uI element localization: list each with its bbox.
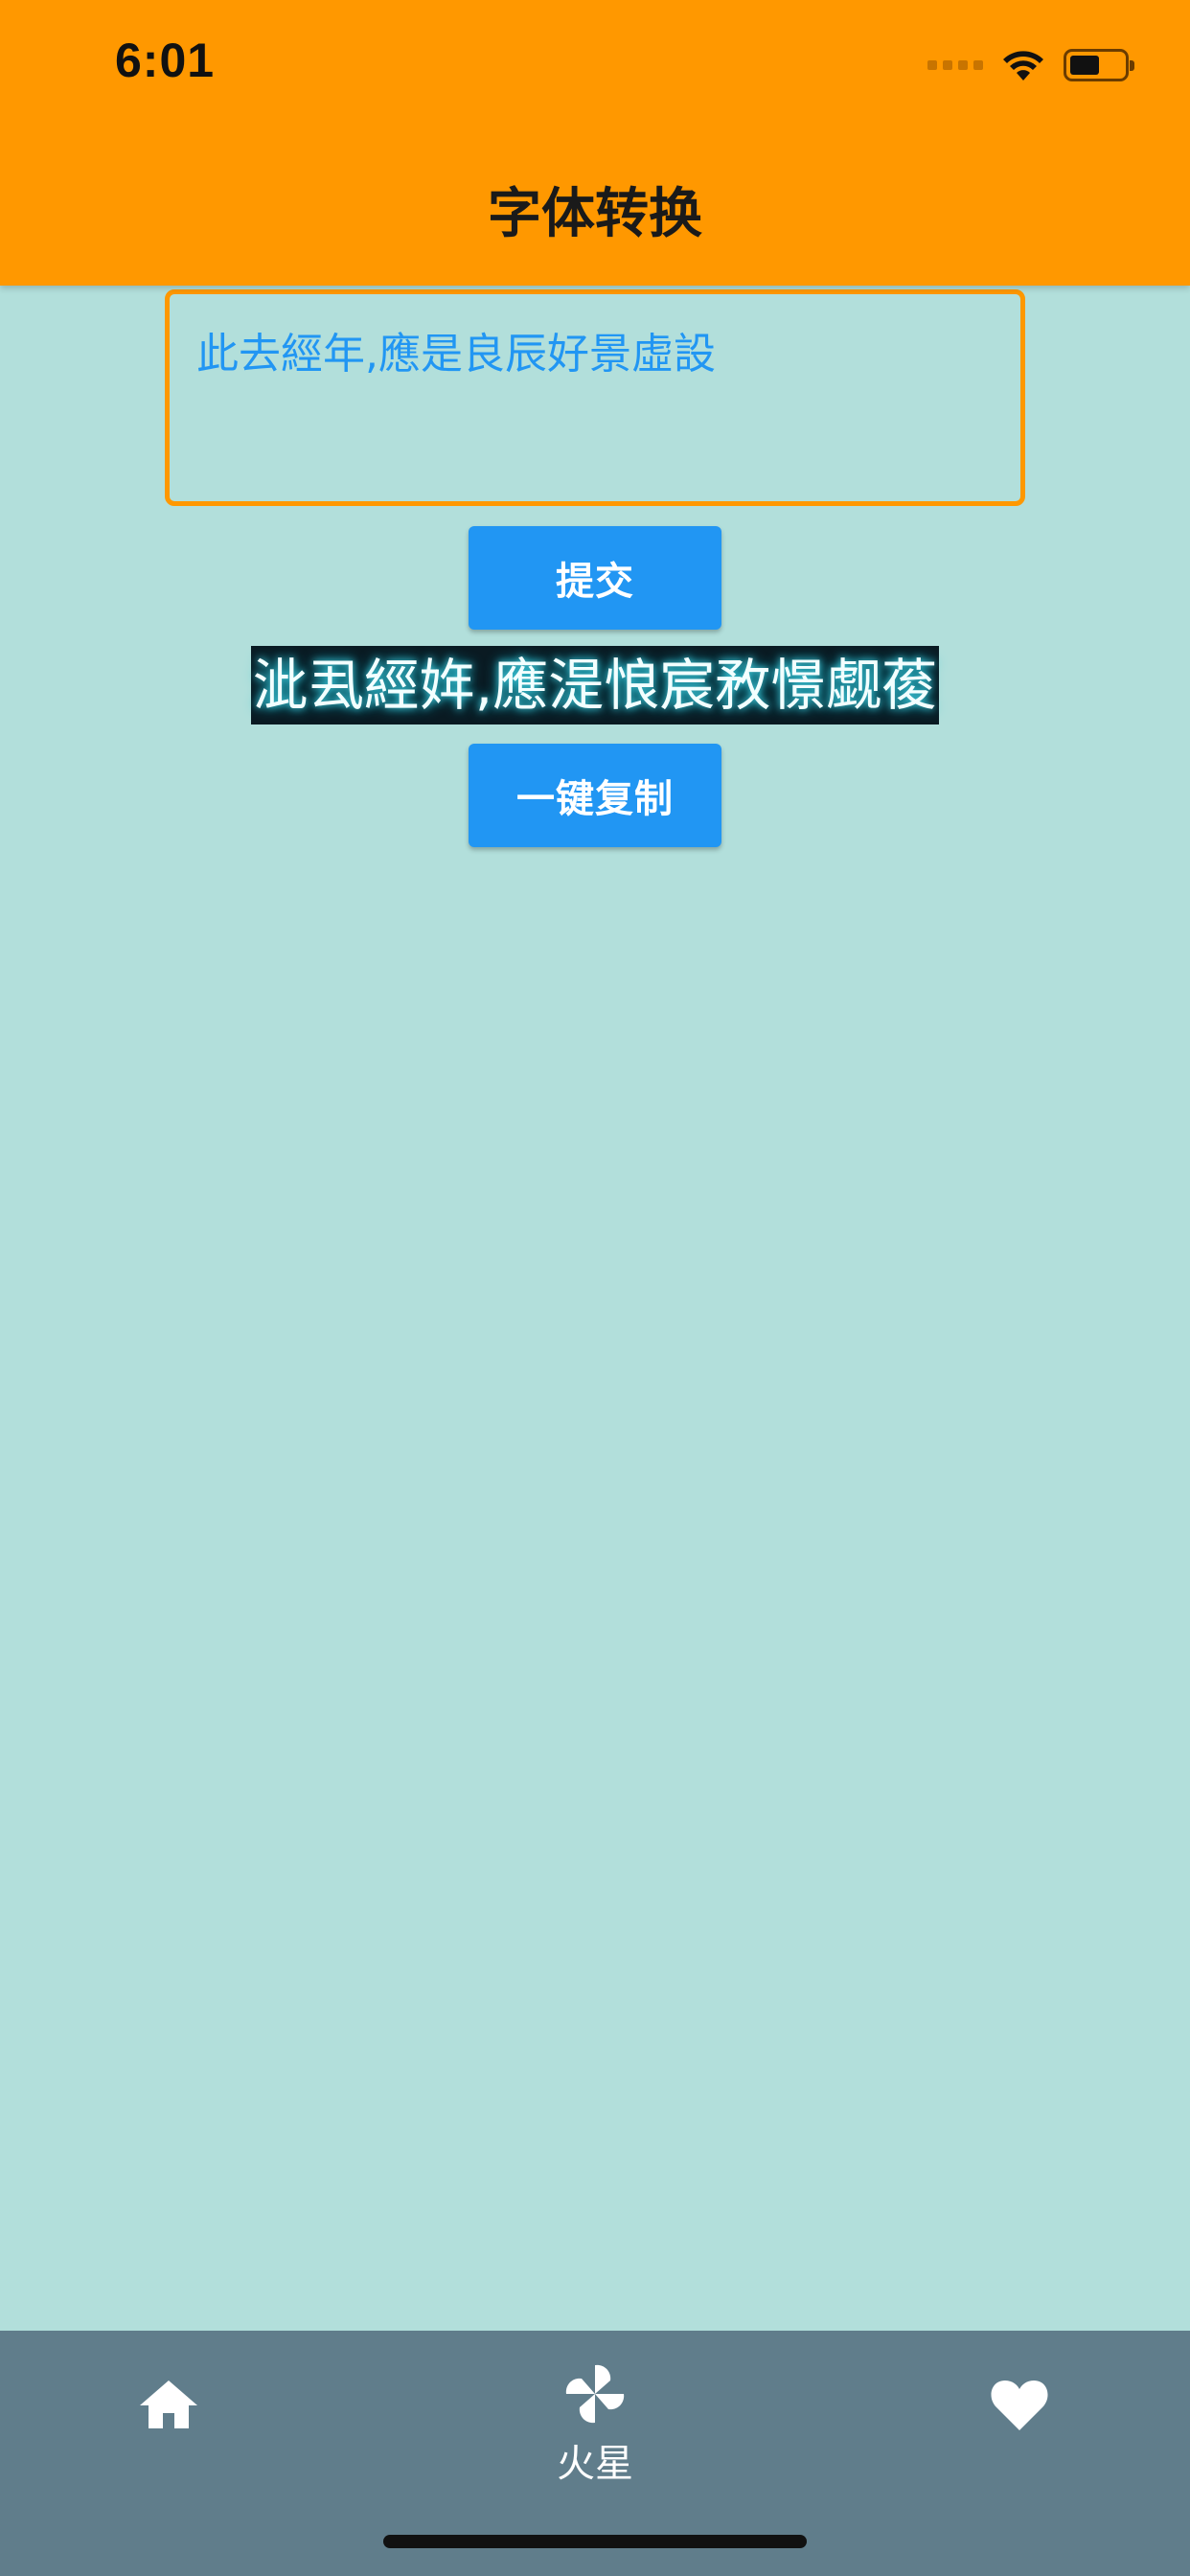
nav-label-mars: 火星 (557, 2442, 633, 2486)
copy-button[interactable]: 一键复制 (469, 744, 721, 847)
signal-dots-icon (927, 60, 983, 70)
pinwheel-icon (565, 2364, 625, 2424)
wifi-icon (1003, 51, 1043, 80)
home-indicator (383, 2535, 807, 2548)
heart-icon (991, 2380, 1048, 2430)
nav-item-home[interactable] (130, 2377, 207, 2430)
battery-icon (1064, 49, 1134, 81)
nav-item-mars[interactable]: 火星 (538, 2359, 652, 2488)
app-bar: 6:01 字体转换 (0, 0, 1190, 286)
status-icons (927, 42, 1134, 88)
status-time: 6:01 (115, 34, 216, 87)
submit-button[interactable]: 提交 (469, 526, 721, 630)
converted-text: 泚厾經姩,應湜悢宸敄憬觑葰 (250, 646, 940, 724)
app-screen: 6:01 字体转换 此去經年,應是良辰好景虛設 提交 泚厾經姩,應湜悢宸敄憬觑葰… (0, 0, 1190, 2576)
nav-item-favorites[interactable] (981, 2377, 1058, 2432)
text-input[interactable]: 此去經年,應是良辰好景虛設 (165, 289, 1025, 506)
page-title: 字体转换 (488, 183, 702, 245)
result-area: 泚厾經姩,應湜悢宸敄憬觑葰 (0, 646, 1190, 724)
home-icon (140, 2380, 197, 2428)
